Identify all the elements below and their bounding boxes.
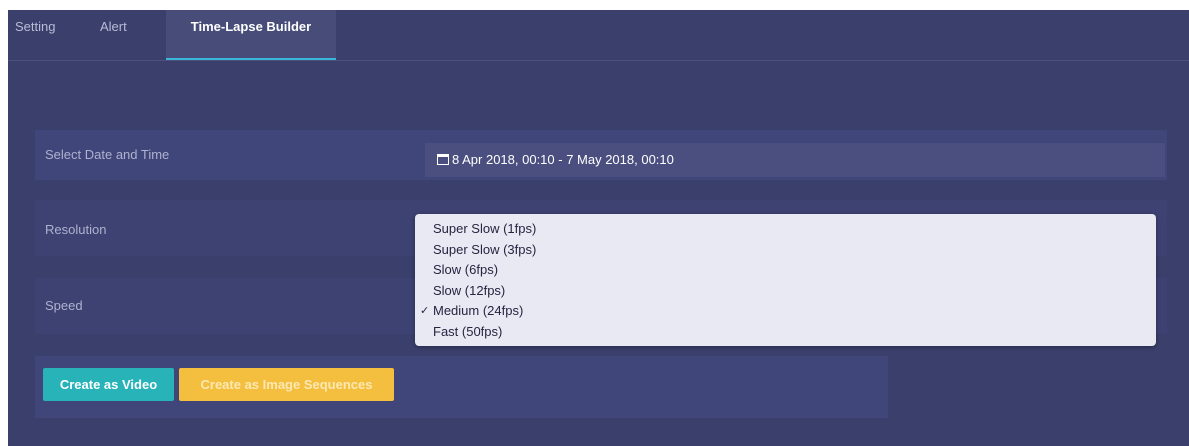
speed-option[interactable]: Slow (12fps) (415, 281, 1156, 302)
resolution-label: Resolution (45, 222, 107, 237)
speed-dropdown[interactable]: Super Slow (1fps) Super Slow (3fps) Slow… (415, 214, 1156, 346)
tab-alert[interactable]: Alert (100, 10, 127, 60)
speed-option[interactable]: Super Slow (1fps) (415, 219, 1156, 240)
create-image-sequences-button[interactable]: Create as Image Sequences (179, 368, 394, 401)
speed-option[interactable]: Slow (6fps) (415, 260, 1156, 281)
tab-setting[interactable]: Setting (15, 10, 55, 60)
tab-bar: Setting Alert Time-Lapse Builder (8, 10, 1189, 61)
time-lapse-panel: Setting Alert Time-Lapse Builder Select … (8, 10, 1189, 446)
speed-option-label: Medium (24fps) (433, 303, 524, 318)
speed-option-selected[interactable]: ✓ Medium (24fps) (415, 301, 1156, 322)
speed-option[interactable]: Fast (50fps) (415, 322, 1156, 343)
date-range-field[interactable]: 8 Apr 2018, 00:10 - 7 May 2018, 00:10 (425, 143, 1165, 177)
speed-label: Speed (45, 298, 83, 313)
calendar-icon (437, 154, 449, 165)
date-range-value: 8 Apr 2018, 00:10 - 7 May 2018, 00:10 (452, 152, 674, 167)
create-video-button[interactable]: Create as Video (43, 368, 174, 401)
date-label: Select Date and Time (45, 147, 170, 162)
speed-option[interactable]: Super Slow (3fps) (415, 240, 1156, 261)
check-icon: ✓ (420, 305, 430, 317)
tab-time-lapse-builder[interactable]: Time-Lapse Builder (166, 10, 336, 60)
